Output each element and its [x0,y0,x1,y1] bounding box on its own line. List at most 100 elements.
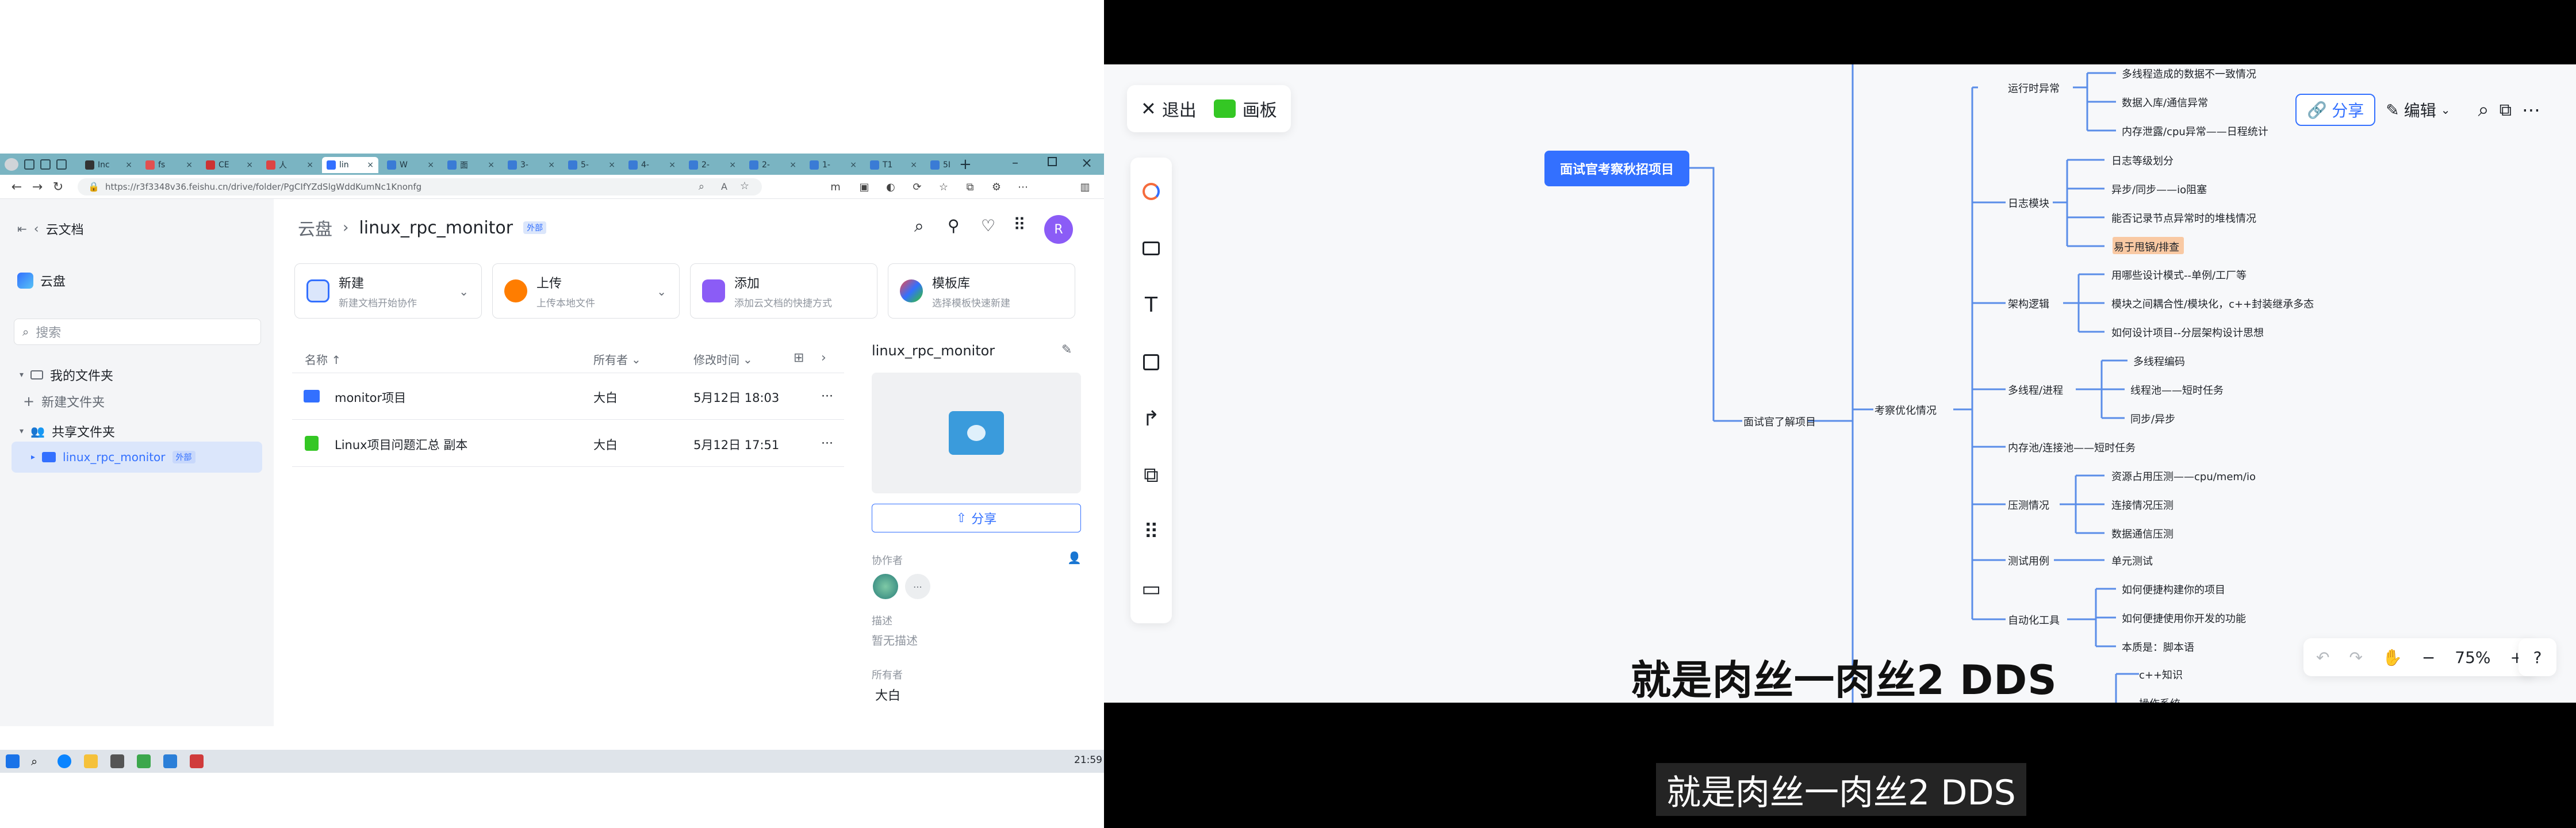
apps-grid-icon[interactable]: ⠿ [1013,215,1026,235]
mindmap-leaf[interactable]: 如何便捷使用你开发的功能 [2122,611,2246,626]
caret-right-icon[interactable]: ▸ [31,453,35,462]
hand-tool-icon[interactable]: ✋ [2382,648,2402,667]
close-icon[interactable]: × [186,160,193,170]
mindmap-root-node[interactable]: 面试官考察秋招项目 [1544,151,1689,186]
zoom-icon[interactable]: ⌕ [699,181,704,193]
notification-icon[interactable]: ♡ [981,216,995,235]
mindmap-leaf-highlighted[interactable]: 易于甩锅/排查 [2114,239,2179,254]
comment-tool-icon[interactable]: ▭ [1134,572,1168,607]
close-icon[interactable]: × [488,160,494,170]
app-icon[interactable] [137,754,151,768]
breadcrumb-root[interactable]: 云盘 [298,215,332,240]
mindmap-node[interactable]: 测试用例 [2008,553,2049,568]
mindmap-node[interactable]: 日志模块 [2008,195,2049,210]
mindmap-leaf[interactable]: 能否记录节点异常时的堆栈情况 [2111,210,2256,225]
more-tools-icon[interactable]: ⠿ [1134,515,1168,550]
more-icon[interactable]: ⋯ [1017,181,1029,193]
extensions-icon[interactable]: ⚙ [990,181,1003,193]
close-icon[interactable]: × [367,160,374,170]
close-icon[interactable]: × [246,160,253,170]
mindmap-leaf[interactable]: 线程池——短时任务 [2130,382,2224,397]
search-icon[interactable]: ⌕ [2478,98,2489,121]
share-button[interactable]: ⇧ 分享 [872,504,1081,532]
app-icon[interactable] [190,754,204,768]
maximize-icon[interactable] [1048,157,1057,166]
mindmap-node[interactable]: 压测情况 [2008,497,2049,512]
zoom-level[interactable]: 75% [2455,648,2490,667]
collapse-sidebar-icon[interactable]: ⇤ [17,222,27,236]
mindmap-leaf[interactable]: 模块之间耦合性/模块化，c++封装继承多态 [2111,296,2314,311]
nav-my-folder[interactable]: ▾ 我的文件夹 [20,366,113,384]
sidebar-search-input[interactable]: ⌕ 搜索 [14,319,261,345]
browser-tab[interactable]: 3- × [503,157,559,173]
mindmap-node[interactable]: 内存池/连接池——短时任务 [2008,440,2136,455]
close-window-icon[interactable]: × [1081,155,1092,171]
mindmap-leaf[interactable]: 多线程造成的数据不一致情况 [2122,66,2256,81]
redo-icon[interactable]: ↷ [2349,648,2362,667]
sidebar-toggle-icon[interactable]: ▥ [1079,181,1091,193]
workspaces-icon[interactable] [24,159,34,170]
browser-tab[interactable]: W × [382,157,439,173]
tab-actions-icon[interactable] [40,159,51,170]
start-icon[interactable] [6,754,20,768]
more-icon[interactable]: ⋯ [2522,99,2540,121]
zoom-out-icon[interactable]: − [2422,648,2435,667]
browser-tab[interactable]: 面 × [443,157,499,173]
close-icon[interactable]: × [125,160,132,170]
favorite-icon[interactable]: ☆ [740,180,749,192]
chevron-right-icon[interactable]: › [821,351,826,365]
app-icon[interactable] [110,754,124,768]
more-icon[interactable]: ⋯ [821,389,833,402]
new-folder-button[interactable]: + 新建文件夹 [23,392,105,411]
mindmap-leaf[interactable]: 如何便捷构建你的项目 [2122,582,2225,597]
column-header-owner[interactable]: 所有者 ⌄ [593,351,641,367]
extension-icon[interactable]: ⟳ [911,181,923,193]
undo-icon[interactable]: ↶ [2316,648,2329,667]
search-icon[interactable]: ⌕ [914,216,924,236]
collections-icon[interactable]: ⧉ [964,181,976,193]
mindmap-leaf[interactable]: 连接情况压测 [2111,497,2174,512]
table-row[interactable]: monitor项目 大白 5月12日 18:03 ⋯ [292,374,844,420]
manage-collaborators-icon[interactable]: 👤 [1067,551,1082,565]
browser-tab[interactable]: 2- × [684,157,741,173]
reload-icon[interactable]: ↻ [51,179,66,194]
mindmap-node[interactable]: 多线程/进程 [2008,382,2063,397]
minimize-icon[interactable]: – [1012,156,1018,170]
upload-card[interactable]: 上传 上传本地文件 ⌄ [492,263,680,319]
collaborator-avatar[interactable] [873,574,898,599]
close-icon[interactable]: × [306,160,313,170]
browser-tab[interactable]: 人 × [262,157,318,173]
frame-tool-icon[interactable]: ⧉ [1134,458,1168,493]
share-button[interactable]: 🔗 分享 [2295,94,2376,126]
forward-icon[interactable]: → [30,179,45,194]
mindmap-leaf[interactable]: 操作系统 [2139,696,2180,703]
add-shortcut-card[interactable]: 添加 添加云文档的快捷方式 [690,263,877,319]
description-value[interactable]: 暂无描述 [872,631,918,648]
column-header-time[interactable]: 修改时间 ⌄ [693,351,753,367]
edit-mode-button[interactable]: ✎ 编辑 ⌄ [2386,98,2450,121]
mindmap-leaf[interactable]: 如何设计项目--分层架构设计思想 [2111,325,2264,340]
file-name[interactable]: Linux项目问题汇总 副本 [335,436,467,453]
mindmap-leaf[interactable]: 单元测试 [2111,553,2153,568]
more-icon[interactable]: ⋯ [821,436,833,450]
mindmap-leaf[interactable]: 数据通信压测 [2111,526,2174,541]
mindmap-leaf[interactable]: 本质是：脚本语 [2122,639,2194,654]
nav-linux-rpc-monitor[interactable]: ▸ linux_rpc_monitor 外部 [12,442,262,473]
chevron-down-icon[interactable]: ⌄ [459,285,469,298]
chevron-down-icon[interactable]: ⌄ [657,285,666,298]
vertical-tabs-icon[interactable] [56,159,67,170]
close-icon[interactable]: × [789,160,796,170]
text-tool-icon[interactable]: T [1134,288,1168,323]
sticky-note-icon[interactable] [1134,345,1168,379]
shape-library-icon[interactable] [1134,174,1168,209]
browser-tab[interactable]: T1 × [865,157,922,173]
mindmap-leaf[interactable]: c++知识 [2139,667,2183,682]
whiteboard-canvas[interactable]: 面试官考察秋招项目 面试官了解项目 考察优化情况 运行时异常 日志模块 架构逻辑… [1104,64,2576,703]
nav-shared-folder[interactable]: ▾ 👥 共享文件夹 [20,422,115,440]
back-to-docs[interactable]: ⇤ ‹ 云文档 [17,220,84,238]
caret-down-icon[interactable]: ▾ [20,427,24,436]
back-icon[interactable]: ← [9,179,24,194]
close-icon[interactable]: × [850,160,857,170]
extension-icon[interactable]: ▣ [858,181,871,193]
mindmap-leaf[interactable]: 多线程编码 [2133,354,2185,369]
